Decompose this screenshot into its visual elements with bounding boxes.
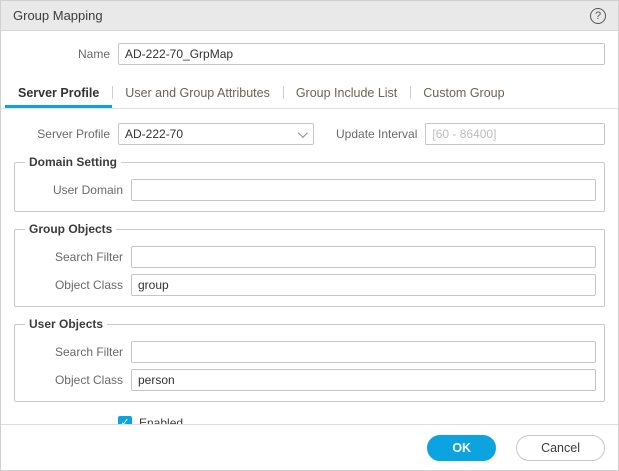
enabled-label: Enabled — [139, 416, 183, 424]
checkbox-section: Enabled Fetch list of managed devices — [118, 416, 605, 424]
tab-user-and-group-attributes[interactable]: User and Group Attributes — [112, 77, 283, 108]
user-object-class-input[interactable] — [131, 369, 596, 391]
user-search-filter-input[interactable] — [131, 341, 596, 363]
user-domain-label: User Domain — [23, 183, 123, 197]
group-mapping-dialog: Group Mapping ? Name Server Profile User… — [0, 0, 619, 471]
user-objects-fieldset: User Objects Search Filter Object Class — [14, 317, 605, 402]
dialog-body: Name Server Profile User and Group Attri… — [1, 31, 618, 424]
dialog-title: Group Mapping — [13, 8, 103, 23]
tab-server-profile[interactable]: Server Profile — [5, 77, 112, 108]
name-row: Name — [14, 43, 605, 65]
user-domain-row: User Domain — [23, 179, 596, 201]
user-object-class-label: Object Class — [23, 373, 123, 387]
server-profile-label: Server Profile — [14, 127, 110, 141]
dialog-titlebar: Group Mapping ? — [1, 1, 618, 31]
tab-custom-group[interactable]: Custom Group — [410, 77, 517, 108]
update-interval-label: Update Interval — [336, 127, 417, 141]
group-objects-fieldset: Group Objects Search Filter Object Class — [14, 222, 605, 307]
dialog-footer: OK Cancel — [1, 424, 618, 470]
help-icon[interactable]: ? — [590, 8, 606, 24]
tab-bar: Server Profile User and Group Attributes… — [1, 77, 618, 109]
user-search-filter-label: Search Filter — [23, 345, 123, 359]
server-profile-value: AD-222-70 — [125, 127, 298, 141]
group-object-class-label: Object Class — [23, 278, 123, 292]
name-input[interactable] — [118, 43, 605, 65]
domain-setting-legend: Domain Setting — [25, 155, 121, 169]
server-profile-row: Server Profile AD-222-70 Update Interval — [14, 123, 605, 145]
user-search-filter-row: Search Filter — [23, 341, 596, 363]
chevron-down-icon — [298, 128, 308, 138]
tab-group-include-list[interactable]: Group Include List — [283, 77, 410, 108]
group-objects-legend: Group Objects — [25, 222, 116, 236]
enabled-checkbox-row[interactable]: Enabled — [118, 416, 605, 424]
user-object-class-row: Object Class — [23, 369, 596, 391]
group-object-class-row: Object Class — [23, 274, 596, 296]
group-search-filter-row: Search Filter — [23, 246, 596, 268]
ok-button[interactable]: OK — [427, 435, 496, 461]
update-interval-input[interactable] — [425, 123, 605, 145]
cancel-button[interactable]: Cancel — [516, 435, 605, 461]
group-object-class-input[interactable] — [131, 274, 596, 296]
group-search-filter-label: Search Filter — [23, 250, 123, 264]
enabled-checkbox[interactable] — [118, 416, 132, 424]
name-label: Name — [14, 47, 110, 61]
group-search-filter-input[interactable] — [131, 246, 596, 268]
user-objects-legend: User Objects — [25, 317, 107, 331]
server-profile-select[interactable]: AD-222-70 — [118, 123, 314, 145]
domain-setting-fieldset: Domain Setting User Domain — [14, 155, 605, 212]
user-domain-input[interactable] — [131, 179, 596, 201]
